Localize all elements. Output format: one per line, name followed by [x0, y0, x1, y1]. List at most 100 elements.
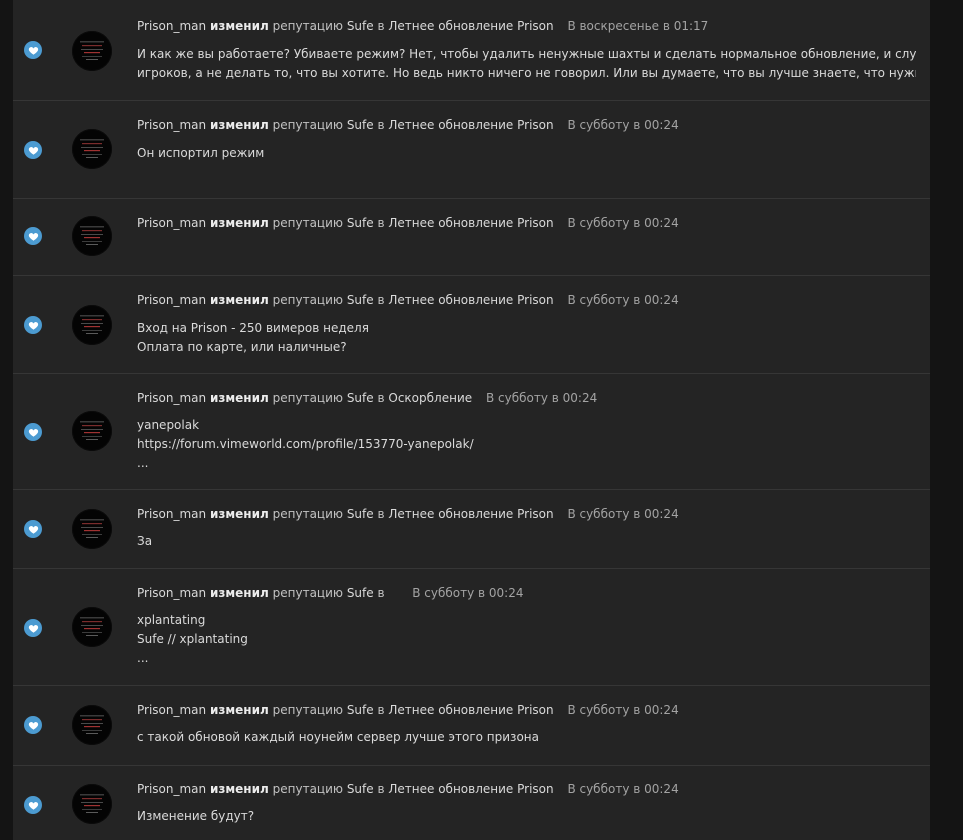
avatar[interactable] [72, 607, 112, 647]
post-excerpt: с такой обновой каждый ноунейм сервер лу… [137, 728, 916, 747]
preposition: в [377, 19, 385, 33]
activity-header: Prison_man изменил репутацию Sufe в Летн… [137, 506, 679, 522]
excerpt-line: За [137, 534, 153, 548]
list-item: Prison_man изменил репутацию Sufe в Летн… [13, 0, 930, 101]
excerpt-line: yanepolak [137, 418, 200, 432]
avatar[interactable] [72, 705, 112, 745]
excerpt-line: Sufe // xplantating [137, 632, 248, 646]
action-text: репутацию [272, 293, 343, 307]
action-verb: изменил [209, 586, 269, 600]
post-excerpt: Изменение будут? [137, 807, 916, 826]
topic-link[interactable]: Летнее обновление Prison [388, 118, 553, 132]
user-link[interactable]: Prison_man [137, 118, 206, 132]
action-text: репутацию [272, 19, 343, 33]
reputation-feed: Prison_man изменил репутацию Sufe в Летн… [13, 0, 930, 840]
action-text: репутацию [272, 782, 343, 796]
action-verb: изменил [209, 216, 269, 230]
post-excerpt: xplantating Sufe // xplantating ... [137, 611, 916, 668]
timestamp: В субботу в 00:24 [567, 216, 679, 230]
list-item: Prison_man изменил репутацию Sufe в Летн… [13, 766, 930, 840]
excerpt-line: с такой обновой каждый ноунейм сервер лу… [137, 730, 539, 744]
heart-icon[interactable] [24, 41, 42, 59]
heart-icon[interactable] [24, 141, 42, 159]
user-link[interactable]: Prison_man [137, 507, 206, 521]
target-user-link[interactable]: Sufe [347, 118, 374, 132]
target-user-link[interactable]: Sufe [347, 507, 374, 521]
activity-header: Prison_man изменил репутацию Sufe в Летн… [137, 215, 679, 231]
action-text: репутацию [272, 507, 343, 521]
excerpt-line: Он испортил режим [137, 146, 265, 160]
avatar[interactable] [72, 784, 112, 824]
timestamp: В воскресенье в 01:17 [567, 19, 709, 33]
post-excerpt: И как же вы работаете? Убиваете режим? Н… [137, 45, 916, 83]
target-user-link[interactable]: Sufe [347, 293, 374, 307]
excerpt-line: игроков, а не делать то, что вы хотите. … [137, 66, 916, 80]
action-text: репутацию [272, 391, 343, 405]
activity-header: Prison_man изменил репутацию Sufe в В су… [137, 585, 523, 601]
user-link[interactable]: Prison_man [137, 216, 206, 230]
timestamp: В субботу в 00:24 [567, 507, 679, 521]
target-user-link[interactable]: Sufe [347, 216, 374, 230]
action-verb: изменил [209, 19, 269, 33]
user-link[interactable]: Prison_man [137, 293, 206, 307]
topic-link[interactable]: Летнее обновление Prison [388, 293, 553, 307]
heart-icon[interactable] [24, 520, 42, 538]
heart-icon[interactable] [24, 796, 42, 814]
avatar[interactable] [72, 31, 112, 71]
avatar[interactable] [72, 216, 112, 256]
list-item: Prison_man изменил репутацию Sufe в Летн… [13, 276, 930, 374]
topic-link[interactable]: Летнее обновление Prison [388, 216, 553, 230]
activity-header: Prison_man изменил репутацию Sufe в Летн… [137, 292, 679, 308]
excerpt-line: Вход на Prison - 250 вимеров неделя [137, 321, 369, 335]
action-verb: изменил [209, 703, 269, 717]
user-link[interactable]: Prison_man [137, 586, 206, 600]
list-item: Prison_man изменил репутацию Sufe в Летн… [13, 199, 930, 276]
list-item: Prison_man изменил репутацию Sufe в В су… [13, 569, 930, 686]
topic-link[interactable]: Летнее обновление Prison [388, 19, 553, 33]
post-excerpt: Он испортил режим [137, 144, 916, 163]
list-item: Prison_man изменил репутацию Sufe в Летн… [13, 686, 930, 766]
topic-link[interactable]: Летнее обновление Prison [388, 782, 553, 796]
avatar[interactable] [72, 305, 112, 345]
excerpt-line: Оплата по карте, или наличные? [137, 340, 347, 354]
action-verb: изменил [209, 507, 269, 521]
action-text: репутацию [272, 216, 343, 230]
user-link[interactable]: Prison_man [137, 19, 206, 33]
heart-icon[interactable] [24, 619, 42, 637]
activity-header: Prison_man изменил репутацию Sufe в Летн… [137, 117, 679, 133]
heart-icon[interactable] [24, 227, 42, 245]
timestamp: В субботу в 00:24 [485, 391, 598, 405]
topic-link[interactable]: Оскорбление [388, 391, 472, 405]
post-excerpt: yanepolak https://forum.vimeworld.com/pr… [137, 416, 916, 473]
heart-icon[interactable] [24, 716, 42, 734]
preposition: в [377, 216, 385, 230]
heart-icon[interactable] [24, 423, 42, 441]
timestamp: В субботу в 00:24 [567, 782, 679, 796]
topic-link[interactable]: Летнее обновление Prison [388, 507, 553, 521]
timestamp: В субботу в 00:24 [567, 703, 679, 717]
excerpt-line: И как же вы работаете? Убиваете режим? Н… [137, 47, 916, 61]
user-link[interactable]: Prison_man [137, 782, 206, 796]
heart-icon[interactable] [24, 316, 42, 334]
action-verb: изменил [209, 293, 269, 307]
excerpt-line: xplantating [137, 613, 206, 627]
target-user-link[interactable]: Sufe [347, 703, 374, 717]
target-user-link[interactable]: Sufe [347, 391, 374, 405]
avatar[interactable] [72, 411, 112, 451]
user-link[interactable]: Prison_man [137, 703, 206, 717]
user-link[interactable]: Prison_man [137, 391, 206, 405]
target-user-link[interactable]: Sufe [347, 782, 374, 796]
post-excerpt: Вход на Prison - 250 вимеров неделя Опла… [137, 319, 916, 357]
excerpt-link[interactable]: https://forum.vimeworld.com/profile/1537… [137, 435, 916, 454]
timestamp: В субботу в 00:24 [567, 118, 679, 132]
avatar[interactable] [72, 129, 112, 169]
target-user-link[interactable]: Sufe [347, 19, 374, 33]
excerpt-ellipsis: ... [137, 651, 149, 665]
avatar[interactable] [72, 509, 112, 549]
preposition: в [377, 586, 385, 600]
activity-header: Prison_man изменил репутацию Sufe в Летн… [137, 781, 679, 797]
list-item: Prison_man изменил репутацию Sufe в Летн… [13, 101, 930, 199]
post-excerpt: За [137, 532, 916, 551]
target-user-link[interactable]: Sufe [347, 586, 374, 600]
topic-link[interactable]: Летнее обновление Prison [388, 703, 553, 717]
